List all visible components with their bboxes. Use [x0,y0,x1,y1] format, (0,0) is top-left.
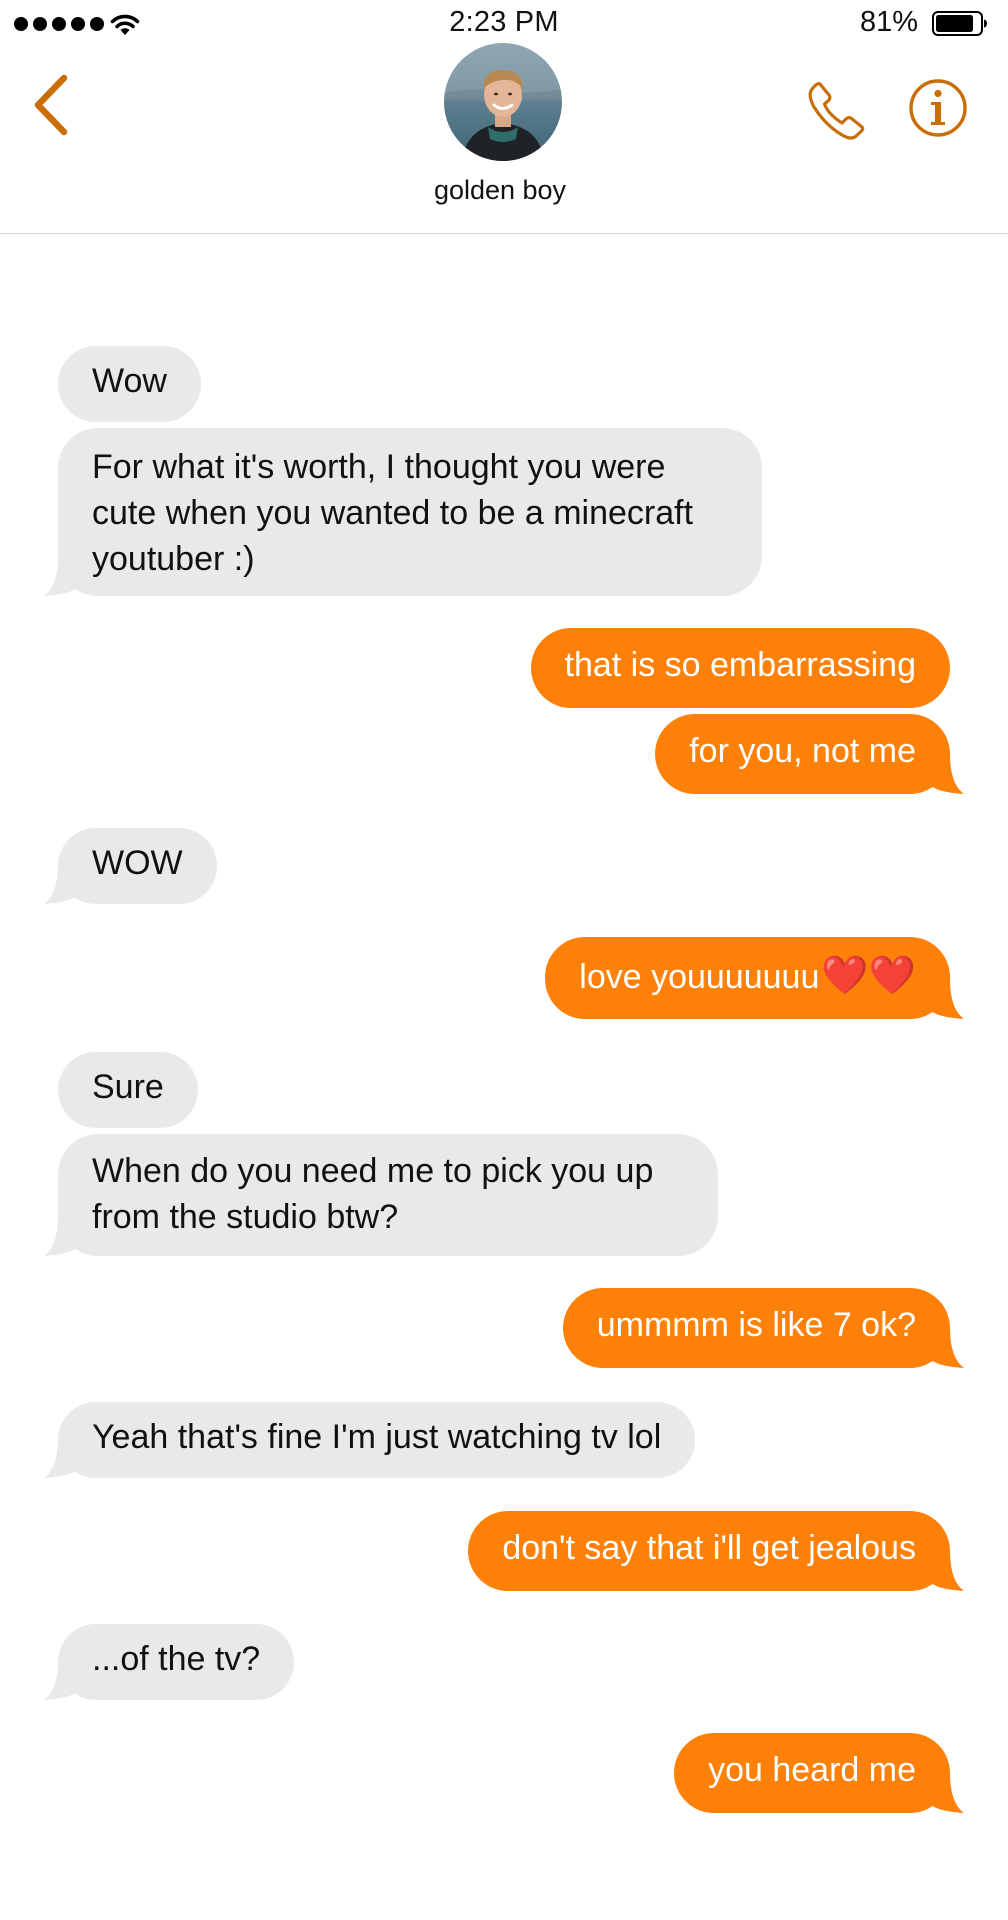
message-bubble-incoming[interactable]: When do you need me to pick you up from … [44,1134,718,1256]
message-bubble-incoming[interactable]: Sure [58,1052,198,1128]
message-text: you heard me [708,1751,916,1789]
message-text: ...of the tv? [92,1640,261,1678]
message-text: Sure [92,1068,164,1106]
message-bubble-outgoing[interactable]: ummmm is like 7 ok? [562,1288,964,1368]
heart-emoji: ❤️❤️ [821,953,916,997]
message-text: For what it's worth, I thought you were … [92,448,694,578]
message-bubble-outgoing[interactable]: that is so embarrassing [530,628,950,708]
message-bubble-outgoing[interactable]: love youuuuuuu❤️❤️ [545,937,964,1019]
battery-icon [932,11,987,36]
bubble-tail [44,1216,78,1256]
message-bubble-incoming[interactable]: Yeah that's fine I'm just watching tv lo… [44,1402,696,1478]
bubble-tail [44,1438,78,1478]
message-bubble-outgoing[interactable]: for you, not me [655,714,964,794]
bubble-tail [44,556,78,596]
message-text: ummmm is like 7 ok? [596,1306,916,1344]
message-bubble-outgoing[interactable]: don't say that i'll get jealous [468,1511,964,1591]
bubble-tail [930,1773,964,1813]
message-text: When do you need me to pick you up from … [92,1152,654,1236]
message-text: don't say that i'll get jealous [502,1529,916,1567]
message-text: love youuuuuuu [579,958,820,996]
phone-icon[interactable] [804,78,868,142]
bubble-tail [930,979,964,1019]
message-text: for you, not me [689,732,916,770]
battery-percent: 81% [859,6,918,38]
bubble-tail [44,864,78,904]
contact-avatar[interactable] [444,43,562,161]
message-bubble-incoming[interactable]: Wow [58,346,201,422]
message-text: WOW [92,844,183,882]
bubble-tail [930,1551,964,1591]
message-text: that is so embarrassing [564,646,917,684]
message-bubble-incoming[interactable]: WOW [44,828,217,904]
status-bar: 2:23 PM 81% [0,0,1008,48]
contact-name[interactable]: golden boy [0,175,1000,206]
back-button[interactable] [30,70,80,140]
bubble-tail [44,1660,78,1700]
message-bubble-incoming[interactable]: For what it's worth, I thought you were … [44,428,762,596]
message-bubble-outgoing[interactable]: you heard me [674,1733,964,1813]
bubble-tail [930,1328,964,1368]
message-text: Wow [92,362,167,400]
conversation-header: 2:23 PM 81% golden boy [0,0,1008,234]
message-bubble-incoming[interactable]: ...of the tv? [44,1624,295,1700]
bubble-tail [930,754,964,794]
message-text: Yeah that's fine I'm just watching tv lo… [92,1418,662,1456]
status-time: 2:23 PM [449,6,559,38]
info-icon[interactable] [908,78,968,138]
